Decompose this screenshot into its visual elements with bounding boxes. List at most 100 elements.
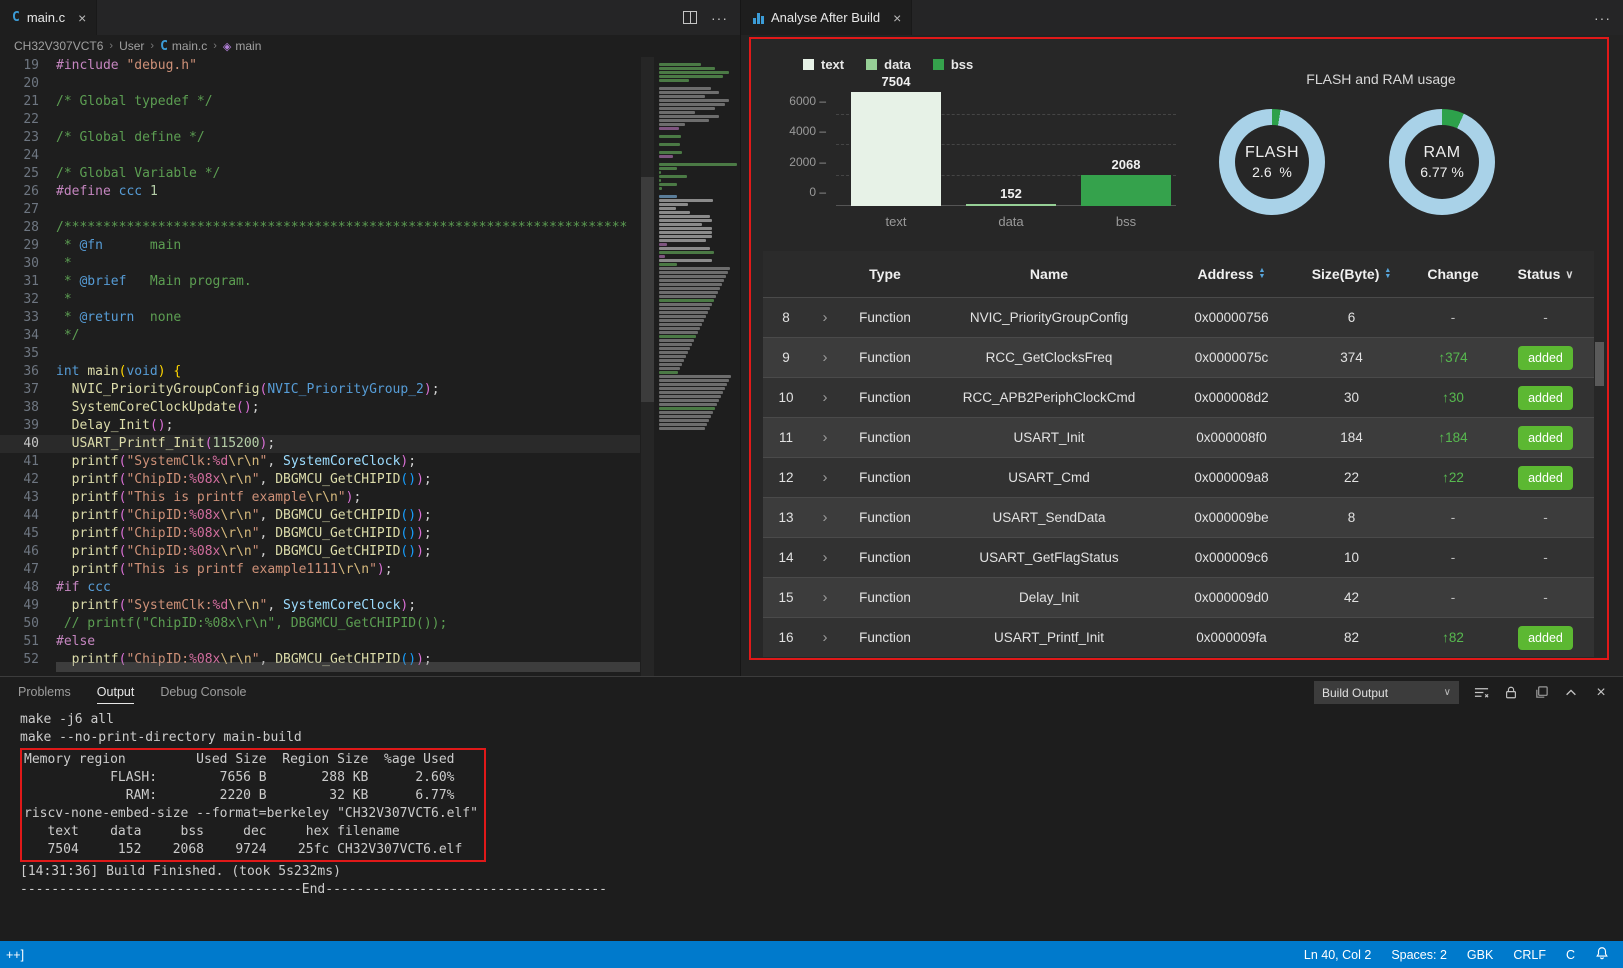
tab-analyse-after-build[interactable]: Analyse After Build × [741,0,913,35]
code-line[interactable]: 25 /* Global Variable */ [0,165,640,183]
table-row[interactable]: 12 › Function USART_Cmd 0x000009a8 22 ↑22 added [763,457,1594,497]
close-icon[interactable]: × [893,10,901,26]
code-line[interactable]: 22 [0,111,640,129]
tab-main-c[interactable]: C main.c × [0,0,98,35]
open-in-editor-icon[interactable] [1533,685,1549,701]
code-line[interactable]: 24 [0,147,640,165]
code-line[interactable]: 45 printf("ChipID:%08x\r\n", DBGMCU_GetC… [0,525,640,543]
editor-vertical-scrollbar[interactable] [641,57,654,676]
line-number: 37 [23,382,39,397]
more-actions-icon[interactable]: ··· [711,10,728,26]
table-scrollbar[interactable] [1595,342,1604,386]
code-line[interactable]: 48 #if ccc [0,579,640,597]
table-row[interactable]: 9 › Function RCC_GetClocksFreq 0x0000075c 374… [763,337,1594,377]
code-line[interactable]: 27 [0,201,640,219]
code-line[interactable]: 31 * @brief Main program. [0,273,640,291]
expand-chevron-icon[interactable]: › [809,509,841,526]
status-item-ln-40-col-2[interactable]: Ln 40, Col 2 [1304,948,1371,962]
lock-icon[interactable] [1503,685,1519,701]
column-header-status[interactable]: Status ∨ [1497,266,1594,282]
panel-tab-output[interactable]: Output [96,681,135,704]
status-left[interactable]: ++] [0,948,24,962]
code-line[interactable]: 49 printf("SystemClk:%d\r\n", SystemCore… [0,597,640,615]
cell-change: ↑184 [1438,430,1468,445]
table-row[interactable]: 10 › Function RCC_APB2PeriphClockCmd 0x00000… [763,377,1594,417]
code-line[interactable]: 19 #include "debug.h" [0,57,640,75]
breadcrumb-item[interactable]: main [235,39,261,53]
table-row[interactable]: 16 › Function USART_Printf_Init 0x000009fa 82… [763,617,1594,657]
expand-chevron-icon[interactable]: › [809,629,841,646]
code-line[interactable]: 41 printf("SystemClk:%d\r\n", SystemCore… [0,453,640,471]
code-line[interactable]: 29 * @fn main [0,237,640,255]
split-editor-icon[interactable] [683,11,697,24]
breadcrumb-item[interactable]: CH32V307VCT6 [14,39,103,53]
bar-value-label: 2068 [1111,156,1141,172]
scrollbar-thumb[interactable] [641,177,654,402]
breadcrumb-item[interactable]: main.c [172,39,207,53]
close-panel-icon[interactable]: × [1593,684,1609,701]
sort-icon[interactable]: ▲ ▼ [1259,267,1266,280]
panel-tab-problems[interactable]: Problems [18,681,71,703]
output-channel-select[interactable]: Build Output ∨ [1314,681,1459,704]
table-row[interactable]: 15 › Function Delay_Init 0x000009d0 42 - - [763,577,1594,617]
bottom-panel: Problems Output Debug Console Build Output… [0,676,1623,941]
code-line[interactable]: 35 [0,345,640,363]
table-row[interactable]: 8 › Function NVIC_PriorityGroupConfig 0x0000… [763,297,1594,337]
code-line[interactable]: 21 /* Global typedef */ [0,93,640,111]
expand-chevron-icon[interactable]: › [809,469,841,486]
code-line[interactable]: 42 printf("ChipID:%08x\r\n", DBGMCU_GetC… [0,471,640,489]
code-line[interactable]: 37 NVIC_PriorityGroupConfig(NVIC_Priorit… [0,381,640,399]
code-line[interactable]: 39 Delay_Init(); [0,417,640,435]
code-line[interactable]: 43 printf("This is printf example\r\n"); [0,489,640,507]
memory-usage-annotation-box: Memory region Used Size Region Size %age… [20,748,486,862]
expand-chevron-icon[interactable]: › [809,549,841,566]
code-line[interactable]: 40 USART_Printf_Init(115200); [0,435,640,453]
panel-tab-debug-console[interactable]: Debug Console [160,681,246,703]
editor-horizontal-scrollbar[interactable] [56,662,640,672]
code-line[interactable]: 20 [0,75,640,93]
more-actions-icon[interactable]: ··· [1594,10,1611,26]
notifications-bell-icon[interactable] [1595,946,1609,963]
code-line[interactable]: 46 printf("ChipID:%08x\r\n", DBGMCU_GetC… [0,543,640,561]
tab-label: main.c [26,10,66,25]
expand-chevron-icon[interactable]: › [809,309,841,326]
code-line[interactable]: 26 #define ccc 1 [0,183,640,201]
code-line[interactable]: 38 SystemCoreClockUpdate(); [0,399,640,417]
sort-icon[interactable]: ▲ ▼ [1384,267,1391,280]
code-line[interactable]: 51 #else [0,633,640,651]
expand-chevron-icon[interactable]: › [809,429,841,446]
code-line[interactable]: 47 printf("This is printf example1111\r\… [0,561,640,579]
table-row[interactable]: 13 › Function USART_SendData 0x000009be 8 - - [763,497,1594,537]
expand-chevron-icon[interactable]: › [809,589,841,606]
table-row[interactable]: 11 › Function USART_Init 0x000008f0 184 ↑184 ad… [763,417,1594,457]
column-header-sizebyte[interactable]: Size(Byte) ▲ ▼ [1294,266,1409,282]
code-line[interactable]: 33 * @return none [0,309,640,327]
code-line[interactable]: 44 printf("ChipID:%08x\r\n", DBGMCU_GetC… [0,507,640,525]
code-editor[interactable]: 19 #include "debug.h" 20 21 /* Global typede… [0,57,740,676]
chevron-down-icon[interactable]: ∨ [1565,268,1573,281]
status-item-spaces-2[interactable]: Spaces: 2 [1391,948,1447,962]
clear-output-icon[interactable] [1473,685,1489,701]
code-line[interactable]: 32 * [0,291,640,309]
code-line[interactable]: 28 /*************************************… [0,219,640,237]
code-line[interactable]: 50 // printf("ChipID:%08x\r\n", DBGMCU_G… [0,615,640,633]
maximize-panel-icon[interactable] [1563,685,1579,701]
expand-chevron-icon[interactable]: › [809,349,841,366]
status-item-crlf[interactable]: CRLF [1513,948,1546,962]
status-item-gbk[interactable]: GBK [1467,948,1493,962]
code-line[interactable]: 36 int main(void) { [0,363,640,381]
close-icon[interactable]: × [78,10,86,26]
column-header-address[interactable]: Address ▲ ▼ [1169,266,1294,282]
minimap-line [659,163,737,166]
code-line[interactable]: 23 /* Global define */ [0,129,640,147]
legend-item-data: data [866,57,911,72]
breadcrumb-item[interactable]: User [119,39,144,53]
code-line[interactable]: 34 */ [0,327,640,345]
status-item-c[interactable]: C [1566,948,1575,962]
usage-donuts: FLASH and RAM usage FLASH 2.6 % RAM 6.77 % [1181,49,1581,249]
table-row[interactable]: 14 › Function USART_GetFlagStatus 0x000009c6… [763,537,1594,577]
code-text: #include "debug.h" [56,58,197,73]
minimap[interactable] [655,57,740,676]
expand-chevron-icon[interactable]: › [809,389,841,406]
code-line[interactable]: 30 * [0,255,640,273]
